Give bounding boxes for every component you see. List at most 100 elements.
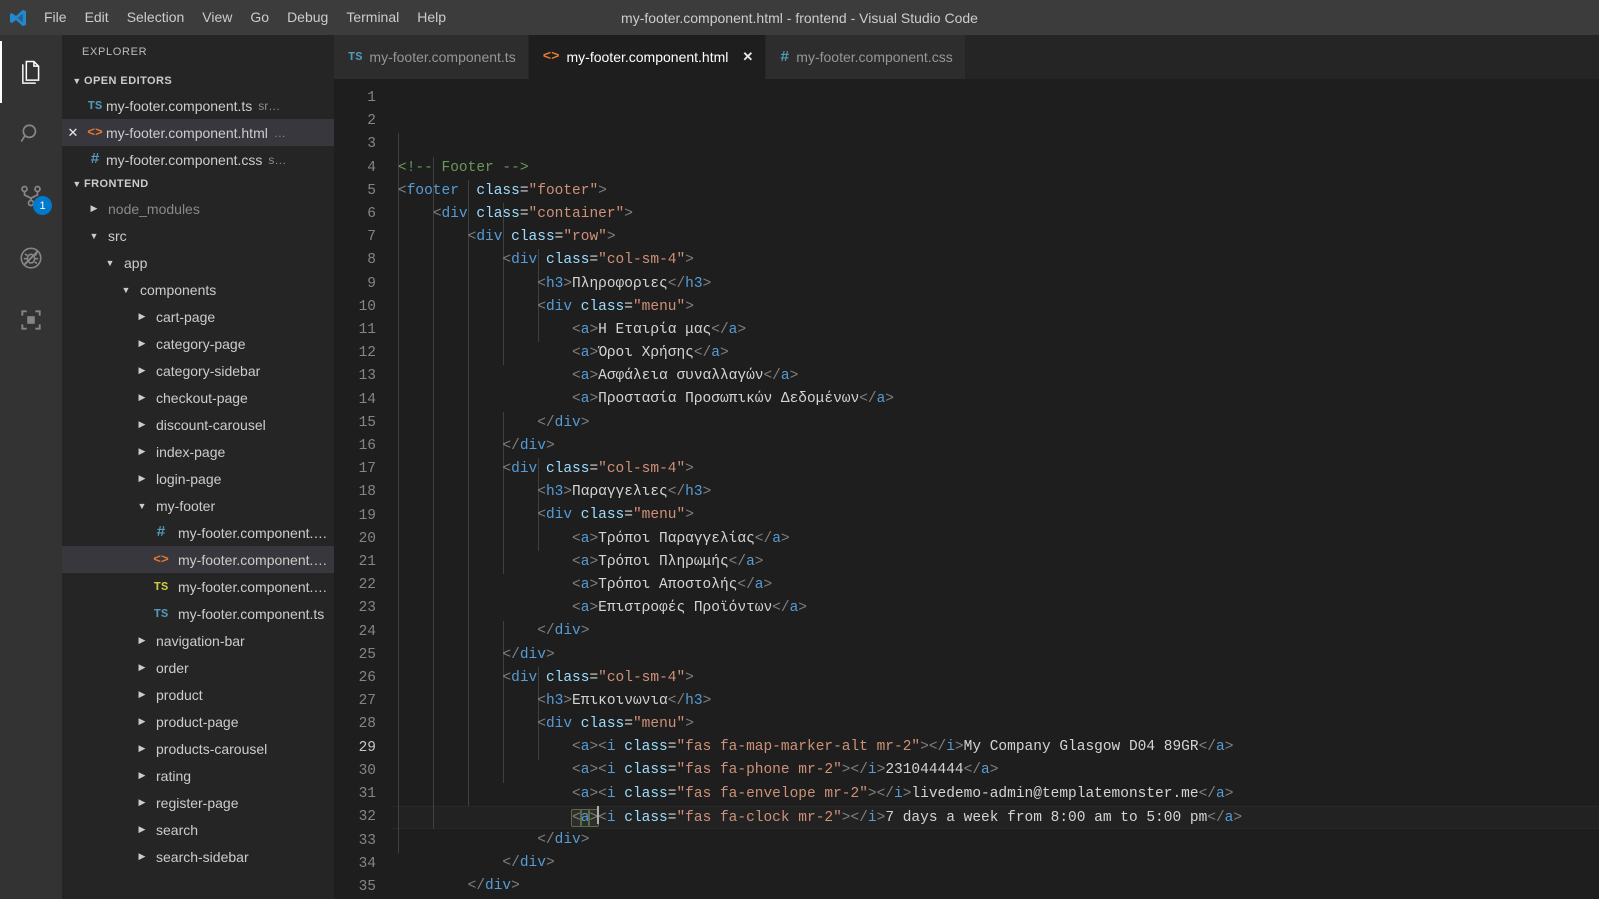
- activity-source-control[interactable]: 1: [0, 165, 62, 227]
- menu-file[interactable]: File: [35, 0, 76, 35]
- close-icon[interactable]: ✕: [742, 49, 753, 65]
- editor-tab[interactable]: # my-footer.component.css: [766, 35, 966, 79]
- code-line[interactable]: <a><i class="fas fa-phone mr-2"></i>2310…: [398, 759, 1599, 782]
- activity-search[interactable]: [0, 103, 62, 165]
- tree-file[interactable]: TS my-footer.component.…: [62, 573, 334, 600]
- tree-folder[interactable]: ▶ order: [62, 654, 334, 681]
- open-editor-item[interactable]: # my-footer.component.css s…: [62, 146, 334, 173]
- tree-folder[interactable]: ▼ src: [62, 222, 334, 249]
- code-line[interactable]: </div>: [398, 412, 1599, 435]
- code-line[interactable]: <h3>Παραγγελιες</h3>: [398, 481, 1599, 504]
- code-line[interactable]: <a><i class="fas fa-clock mr-2"></i>7 da…: [392, 805, 1599, 830]
- tree-folder[interactable]: ▼ app: [62, 249, 334, 276]
- tree-folder[interactable]: ▶ navigation-bar: [62, 627, 334, 654]
- tree-file[interactable]: TS my-footer.component.ts: [62, 600, 334, 627]
- token-punct: <: [572, 576, 581, 593]
- token-tag: i: [867, 809, 877, 826]
- tree-file[interactable]: # my-footer.component.…: [62, 519, 334, 546]
- menu-terminal[interactable]: Terminal: [337, 0, 408, 35]
- line-number: 22: [358, 577, 376, 594]
- code-line[interactable]: <h3>Επικοινωνια</h3>: [398, 690, 1599, 713]
- tree-folder[interactable]: ▶ products-carousel: [62, 735, 334, 762]
- menu-selection[interactable]: Selection: [118, 0, 194, 35]
- open-editor-path: …: [273, 125, 286, 140]
- code-line[interactable]: <a><i class="fas fa-map-marker-alt mr-2"…: [398, 736, 1599, 759]
- tree-folder[interactable]: ▶ register-page: [62, 789, 334, 816]
- menu-help[interactable]: Help: [408, 0, 455, 35]
- tree-folder[interactable]: ▶ index-page: [62, 438, 334, 465]
- tree-folder[interactable]: ▶ cart-page: [62, 303, 334, 330]
- menu-bar[interactable]: File Edit Selection View Go Debug Termin…: [35, 0, 455, 35]
- tree-item-label: register-page: [156, 794, 239, 811]
- tree-folder[interactable]: ▼ my-footer: [62, 492, 334, 519]
- code-editor[interactable]: 1 2 3 4 5 6 7 8 9 10 11 12 13 14 15 16 17 18 19 20 21 22 23 24 2…: [334, 79, 1599, 899]
- tree-folder[interactable]: ▶ node_modules: [62, 195, 334, 222]
- code-line[interactable]: </div>: [398, 829, 1599, 852]
- token-punct: >: [798, 600, 807, 617]
- tree-folder[interactable]: ▶ category-sidebar: [62, 357, 334, 384]
- code-content[interactable]: <!-- Footer --> <footer class="footer"> <…: [392, 79, 1599, 899]
- code-line[interactable]: <footer class="footer">: [398, 180, 1599, 203]
- tree-folder[interactable]: ▶ rating: [62, 762, 334, 789]
- activity-explorer[interactable]: [0, 41, 62, 103]
- token-punct: <: [598, 739, 607, 756]
- code-line[interactable]: <a>Η Εταιρία μας</a>: [398, 319, 1599, 342]
- code-line[interactable]: <div class="menu">: [398, 713, 1599, 736]
- menu-view[interactable]: View: [193, 0, 241, 35]
- code-line[interactable]: <div class="menu">: [398, 296, 1599, 319]
- code-line[interactable]: <a>Προστασία Προσωπικών Δεδομένων</a>: [398, 388, 1599, 411]
- token-punct: </: [502, 646, 520, 663]
- code-line[interactable]: <a>Επιστροφές Προϊόντων</a>: [398, 597, 1599, 620]
- section-open-editors[interactable]: ▼ OPEN EDITORS: [62, 70, 334, 92]
- code-line[interactable]: <a>Τρόποι Αποστολής</a>: [398, 574, 1599, 597]
- line-number-gutter: 1 2 3 4 5 6 7 8 9 10 11 12 13 14 15 16 17 18 19 20 21 22 23 24 2…: [334, 79, 392, 899]
- code-line[interactable]: <div class="menu">: [398, 504, 1599, 527]
- tree-folder[interactable]: ▶ checkout-page: [62, 384, 334, 411]
- token-punct: >: [589, 345, 599, 362]
- code-line[interactable]: <div class="container">: [398, 203, 1599, 226]
- open-editor-item[interactable]: TS my-footer.component.ts sr…: [62, 92, 334, 119]
- code-line[interactable]: <h3>Πληροφοριες</h3>: [398, 273, 1599, 296]
- menu-go[interactable]: Go: [241, 0, 278, 35]
- code-line[interactable]: </div>: [398, 435, 1599, 458]
- code-line[interactable]: <a>Ασφάλεια συναλλαγών</a>: [398, 365, 1599, 388]
- activity-extensions[interactable]: [0, 289, 62, 351]
- section-frontend[interactable]: ▼ FRONTEND: [62, 173, 334, 195]
- tree-folder[interactable]: ▶ login-page: [62, 465, 334, 492]
- code-line[interactable]: <div class="col-sm-4">: [398, 249, 1599, 272]
- code-line[interactable]: <a>Τρόποι Πληρωμής</a>: [398, 551, 1599, 574]
- tree-folder[interactable]: ▶ category-page: [62, 330, 334, 357]
- menu-debug[interactable]: Debug: [278, 0, 337, 35]
- editor-tab[interactable]: TS my-footer.component.ts: [334, 35, 529, 79]
- token-punct: </: [1207, 809, 1225, 826]
- code-line[interactable]: <div class="col-sm-4">: [398, 667, 1599, 690]
- code-line[interactable]: <div class="col-sm-4">: [398, 458, 1599, 481]
- code-line[interactable]: <a>Τρόποι Παραγγελίας</a>: [398, 528, 1599, 551]
- css-file-icon: #: [780, 48, 790, 66]
- code-line[interactable]: <a>Όροι Χρήσης</a>: [398, 342, 1599, 365]
- code-line[interactable]: </div>: [398, 620, 1599, 643]
- code-line[interactable]: <a><i class="fas fa-envelope mr-2"></i>l…: [398, 783, 1599, 806]
- token-punct: <: [502, 669, 512, 686]
- line-number: 4: [367, 159, 376, 176]
- tree-folder[interactable]: ▶ product: [62, 681, 334, 708]
- code-line[interactable]: </div>: [398, 875, 1599, 898]
- activity-debug[interactable]: [0, 227, 62, 289]
- tree-file[interactable]: <> my-footer.component.…: [62, 546, 334, 573]
- close-icon[interactable]: ✕: [62, 125, 84, 141]
- editor-tab[interactable]: <> my-footer.component.html ✕: [528, 35, 767, 79]
- code-line[interactable]: </div>: [398, 852, 1599, 875]
- token-str: "col-sm-4": [598, 461, 686, 478]
- code-line[interactable]: <div class="row">: [398, 226, 1599, 249]
- menu-edit[interactable]: Edit: [76, 0, 118, 35]
- open-editor-item[interactable]: ✕ <> my-footer.component.html…: [62, 119, 334, 146]
- tree-folder[interactable]: ▼ components: [62, 276, 334, 303]
- tree-folder[interactable]: ▶ search: [62, 816, 334, 843]
- code-line[interactable]: </div>: [398, 644, 1599, 667]
- tree-folder[interactable]: ▶ discount-carousel: [62, 411, 334, 438]
- code-line[interactable]: <!-- Footer -->: [398, 157, 1599, 180]
- tree-folder[interactable]: ▶ product-page: [62, 708, 334, 735]
- tree-folder[interactable]: ▶ search-sidebar: [62, 843, 334, 870]
